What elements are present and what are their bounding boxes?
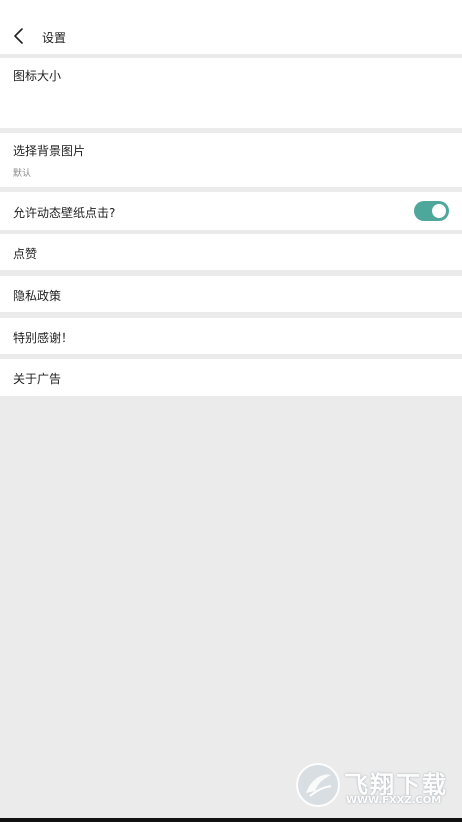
setting-background-value: 默认 bbox=[13, 169, 32, 179]
setting-background-image[interactable]: 选择背景图片 默认 bbox=[0, 133, 462, 187]
setting-privacy-policy[interactable]: 隐私政策 bbox=[0, 276, 462, 312]
toggle-knob bbox=[432, 204, 446, 218]
back-button[interactable] bbox=[8, 26, 32, 46]
page-title: 设置 bbox=[42, 31, 67, 45]
watermark-emblem-icon bbox=[296, 763, 340, 807]
setting-allow-click[interactable]: 允许动态壁纸点击? bbox=[0, 192, 462, 230]
setting-thanks-label: 特别感谢！ bbox=[13, 331, 74, 345]
setting-privacy-label: 隐私政策 bbox=[13, 289, 62, 303]
watermark-logo: 飞翔下载 WWW.FXXZ.COM bbox=[296, 763, 452, 811]
bottom-edge bbox=[0, 818, 462, 822]
app-bar: 设置 bbox=[0, 0, 462, 54]
setting-background-label: 选择背景图片 bbox=[13, 144, 86, 158]
watermark-url: WWW.FXXZ.COM bbox=[346, 795, 442, 806]
setting-icon-size[interactable]: 图标大小 bbox=[0, 58, 462, 128]
allow-click-toggle[interactable] bbox=[414, 201, 449, 221]
setting-icon-size-label: 图标大小 bbox=[13, 69, 62, 83]
chevron-left-icon bbox=[14, 28, 23, 44]
setting-special-thanks[interactable]: 特别感谢！ bbox=[0, 318, 462, 354]
setting-allow-click-label: 允许动态壁纸点击? bbox=[13, 206, 116, 220]
setting-like-label: 点赞 bbox=[13, 247, 38, 261]
setting-about-ads-label: 关于广告 bbox=[13, 372, 62, 386]
setting-about-ads[interactable]: 关于广告 bbox=[0, 359, 462, 396]
setting-like[interactable]: 点赞 bbox=[0, 234, 462, 270]
